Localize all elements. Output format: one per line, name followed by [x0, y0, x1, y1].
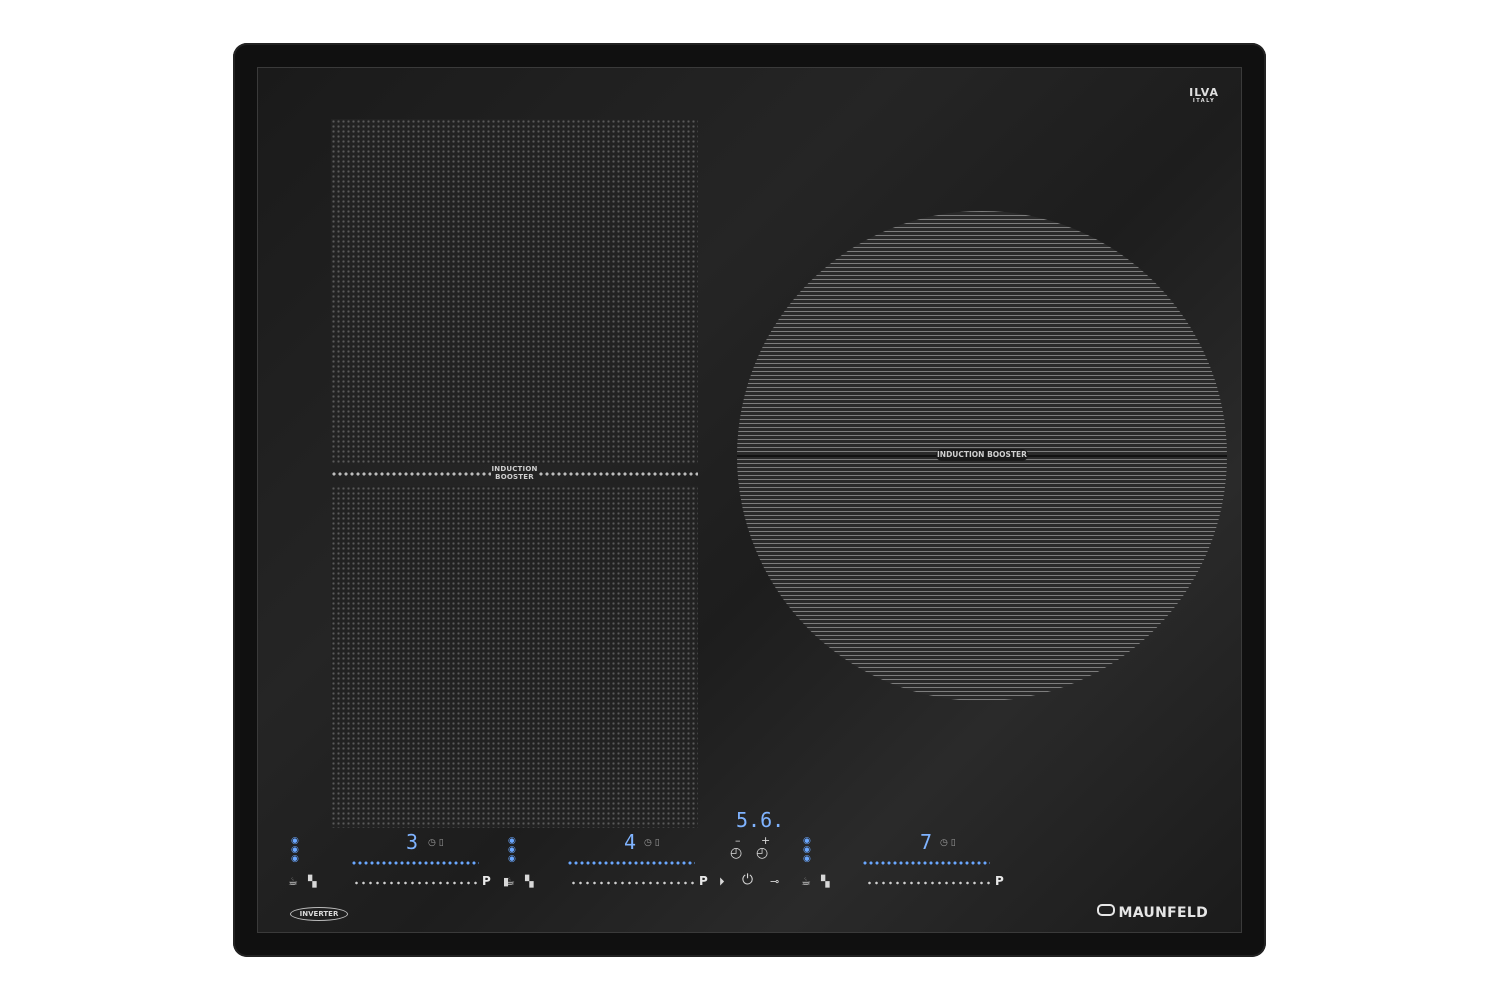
pot-size-icon-3[interactable]: ◉ ◉ ◉: [803, 837, 811, 864]
zone3-pot-icon[interactable]: ☕: [801, 876, 811, 888]
zone2-pot-icon[interactable]: ☕: [505, 876, 515, 888]
zone3-slider[interactable]: [866, 881, 992, 885]
bridge-zone-divider: INDUCTION BOOSTER: [331, 465, 698, 482]
cooktop: ILVA ITALY INDUCTION BOOSTER INDUCTION B…: [233, 43, 1266, 957]
inverter-badge: INVERTER: [290, 907, 348, 921]
bridge-dots-right: [538, 472, 698, 476]
zone1-boost-button[interactable]: P: [482, 874, 491, 888]
zone1-timer-icon: ◷ ▯: [428, 838, 444, 848]
zone1-pot-icon[interactable]: ☕: [288, 876, 298, 888]
timer-plus-icon[interactable]: ◴: [756, 846, 768, 860]
zone3-boost-button[interactable]: P: [995, 874, 1004, 888]
circle-label: INDUCTION BOOSTER: [936, 449, 1028, 461]
pause-play-icon[interactable]: ⏵: [719, 876, 725, 888]
bridge-label: INDUCTION BOOSTER: [491, 465, 538, 481]
zone1-level-display: 3: [406, 830, 419, 854]
cooking-zone-front-left[interactable]: [331, 119, 698, 464]
zone2-timer-icon: ◷ ▯: [644, 838, 660, 848]
zone3-level-leds: [862, 860, 990, 866]
cooking-zone-rear-left[interactable]: [331, 486, 698, 828]
zone1-bridge-icon[interactable]: ▚: [308, 876, 316, 888]
zone3-bridge-icon[interactable]: ▚: [821, 876, 829, 888]
timer-minus-icon[interactable]: ◴: [730, 846, 742, 860]
timer-display: 5.6.: [736, 808, 785, 832]
pot-size-icon-2[interactable]: ◉ ◉ ◉: [508, 837, 516, 864]
zone3-timer-icon: ◷ ▯: [940, 838, 956, 848]
zone2-level-leds: [567, 860, 695, 866]
maunfeld-mark-icon: [1096, 904, 1115, 916]
maunfeld-logo: MAUNFELD: [1096, 904, 1209, 921]
lock-key-icon[interactable]: ⊸: [770, 876, 779, 888]
zone2-slider[interactable]: [570, 881, 696, 885]
power-icon[interactable]: ⏻: [742, 873, 753, 887]
zone2-bridge-icon[interactable]: ▚: [525, 876, 533, 888]
zone2-boost-button[interactable]: P: [699, 874, 708, 888]
bridge-dots-left: [331, 472, 491, 476]
ilva-logo: ILVA ITALY: [1189, 86, 1219, 104]
zone1-level-leds: [351, 860, 479, 866]
zone3-level-display: 7: [920, 830, 933, 854]
glass-surface: ILVA ITALY INDUCTION BOOSTER INDUCTION B…: [257, 67, 1242, 933]
pot-size-icon[interactable]: ◉ ◉ ◉: [291, 837, 299, 864]
zone1-slider[interactable]: [353, 881, 479, 885]
cooking-zone-right-circle[interactable]: INDUCTION BOOSTER: [737, 211, 1227, 701]
zone2-level-display: 4: [624, 830, 637, 854]
